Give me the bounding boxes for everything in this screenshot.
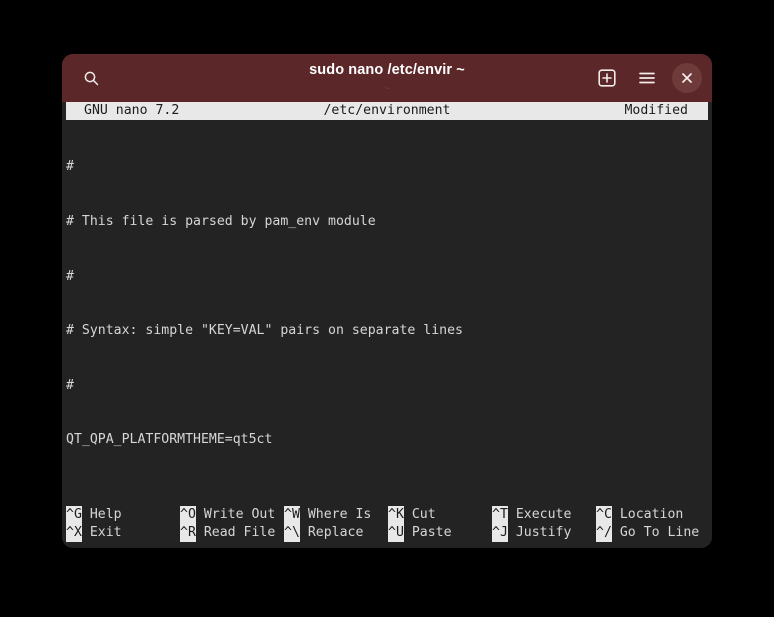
nano-filename: /etc/environment: [323, 102, 451, 118]
shortcut-row-2: ^X Exit ^R Read File ^\ Replace ^U Paste…: [66, 523, 712, 543]
window-titlebar[interactable]: sudo nano /etc/envir ~ ~: [62, 54, 712, 102]
shortcut-key: ^O: [180, 505, 196, 524]
shortcut-read-file[interactable]: ^R Read File: [180, 523, 284, 543]
buffer-line: # This file is parsed by pam_env module: [66, 214, 376, 229]
shortcut-key: ^J: [492, 523, 508, 543]
shortcut-label: Location: [611, 506, 684, 522]
page-root: sudo nano /etc/envir ~ ~ GNU nano 7.2 /e…: [0, 0, 774, 617]
close-icon: [680, 71, 694, 85]
terminal-content[interactable]: GNU nano 7.2 /etc/environment Modified #…: [62, 102, 712, 548]
shortcut-key: ^C: [596, 505, 612, 524]
window-subtitle: ~: [384, 83, 390, 93]
shortcut-execute[interactable]: ^T Execute: [492, 505, 596, 524]
buffer-line: # Syntax: simple "KEY=VAL" pairs on sepa…: [66, 323, 463, 339]
search-icon: [83, 70, 100, 87]
shortcut-key: ^X: [66, 523, 82, 543]
shortcut-key: ^U: [388, 523, 404, 543]
shortcut-label: Go To Line: [611, 524, 700, 540]
shortcut-label: Replace: [299, 524, 364, 540]
new-tab-button[interactable]: [592, 63, 622, 93]
shortcut-label: Execute: [507, 506, 572, 522]
shortcut-key: ^/: [596, 523, 612, 543]
shortcut-replace[interactable]: ^\ Replace: [284, 523, 388, 543]
shortcut-key: ^W: [284, 505, 300, 524]
shortcut-write-out[interactable]: ^O Write Out: [180, 505, 284, 524]
titlebar-right-actions: [592, 63, 702, 93]
shortcut-row-1: ^G Help ^O Write Out ^W Where Is ^K Cut …: [66, 505, 712, 524]
nano-status-bar: GNU nano 7.2 /etc/environment Modified: [66, 102, 708, 120]
hamburger-menu-icon: [638, 69, 656, 87]
shortcut-key: ^K: [388, 505, 404, 524]
titlebar-left-actions: [76, 63, 106, 93]
terminal-window: sudo nano /etc/envir ~ ~ GNU nano 7.2 /e…: [62, 54, 712, 548]
shortcut-key: ^G: [66, 505, 82, 524]
shortcut-label: Paste: [403, 524, 452, 540]
buffer-line: #: [66, 268, 74, 284]
new-tab-icon: [598, 69, 616, 87]
shortcut-paste[interactable]: ^U Paste: [388, 523, 492, 543]
shortcut-label: Cut: [403, 506, 436, 522]
shortcut-justify[interactable]: ^J Justify: [492, 523, 596, 543]
shortcut-cut[interactable]: ^K Cut: [388, 505, 492, 524]
buffer-line: QT_QPA_PLATFORMTHEME=qt5ct: [66, 432, 273, 448]
shortcut-help[interactable]: ^G Help: [66, 505, 180, 524]
menu-button[interactable]: [632, 63, 662, 93]
shortcut-label: Help: [81, 506, 122, 522]
shortcut-label: Where Is: [299, 506, 372, 522]
shortcut-label: Exit: [81, 524, 122, 540]
shortcut-where-is[interactable]: ^W Where Is: [284, 505, 388, 524]
shortcut-key: ^T: [492, 505, 508, 524]
buffer-line: #: [66, 377, 74, 393]
nano-editor-buffer[interactable]: # # This file is parsed by pam_env modul…: [62, 120, 712, 506]
search-button[interactable]: [76, 63, 106, 93]
shortcut-label: Read File: [195, 524, 276, 540]
shortcut-key: ^\: [284, 523, 300, 543]
nano-modified-state: Modified: [624, 102, 688, 118]
shortcut-key: ^R: [180, 523, 196, 543]
shortcut-exit[interactable]: ^X Exit: [66, 523, 180, 543]
shortcut-label: Justify: [507, 524, 572, 540]
shortcut-go-to-line[interactable]: ^/ Go To Line: [596, 523, 706, 543]
buffer-line: #: [66, 159, 74, 175]
shortcut-location[interactable]: ^C Location: [596, 505, 706, 524]
close-button[interactable]: [672, 63, 702, 93]
nano-shortcut-bar: ^G Help ^O Write Out ^W Where Is ^K Cut …: [62, 505, 712, 548]
shortcut-label: Write Out: [195, 506, 276, 522]
window-title: sudo nano /etc/envir ~: [309, 62, 465, 79]
